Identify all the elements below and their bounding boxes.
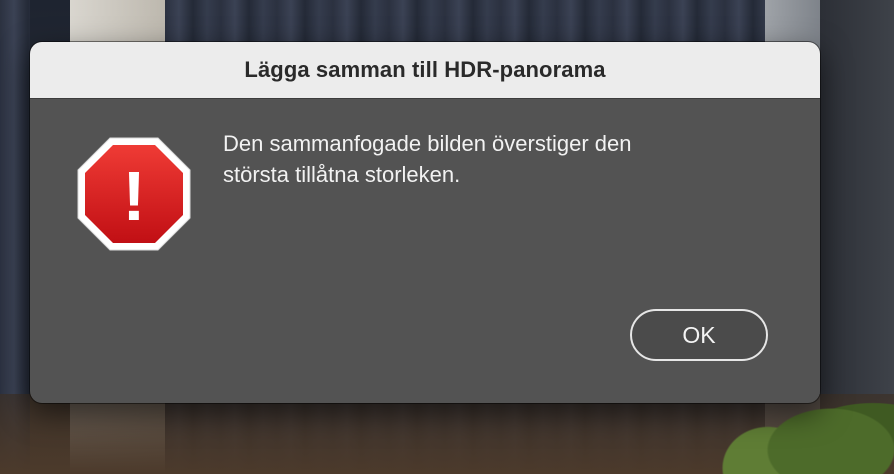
dialog-titlebar: Lägga samman till HDR-panorama bbox=[30, 42, 820, 99]
message-line-2: största tillåtna storleken. bbox=[223, 162, 461, 187]
ok-button[interactable]: OK bbox=[630, 309, 768, 361]
dialog-message: Den sammanfogade bilden överstiger den s… bbox=[223, 128, 783, 190]
dialog-title: Lägga samman till HDR-panorama bbox=[244, 57, 606, 82]
stop-icon-exclamation: ! bbox=[122, 157, 145, 235]
alert-dialog: Lägga samman till HDR-panorama ! Den sam… bbox=[30, 42, 820, 403]
stop-sign-icon: ! bbox=[77, 137, 191, 251]
message-line-1: Den sammanfogade bilden överstiger den bbox=[223, 131, 632, 156]
ok-button-label: OK bbox=[682, 321, 716, 348]
